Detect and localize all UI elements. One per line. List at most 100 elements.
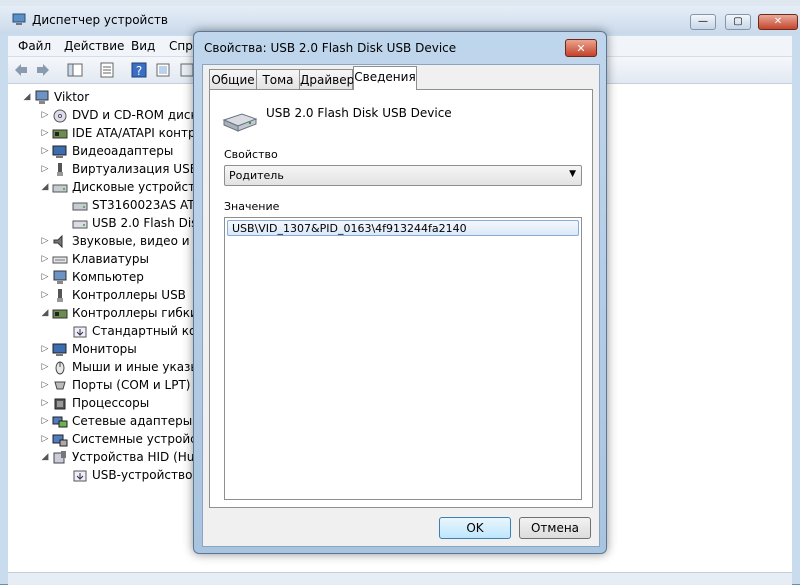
hid-icon [53, 451, 66, 464]
minimize-button[interactable]: — [690, 14, 716, 30]
tree-item[interactable]: ▷ Звуковые, видео и игр [40, 233, 215, 251]
maximize-button[interactable]: ▢ [725, 14, 751, 30]
menu-view[interactable]: Вид [131, 39, 155, 53]
usb-virtualization-icon [57, 163, 63, 176]
help-icon[interactable]: ? [130, 61, 148, 79]
tree-item[interactable]: ◢ Устройства HID (Hum [40, 449, 207, 467]
collapse-arrow-icon[interactable]: ◢ [22, 92, 32, 102]
tab-volumes[interactable]: Тома [256, 69, 300, 89]
main-close-button[interactable]: ✕ [758, 14, 798, 30]
tree-root-label: Viktor [54, 90, 90, 104]
cancel-button[interactable]: Отмена [519, 517, 591, 539]
tree-item[interactable]: ▷ Контроллеры USB [40, 287, 205, 305]
property-select-value: Родитель [229, 169, 284, 182]
tree-item-label: Клавиатуры [72, 252, 149, 266]
menu-file[interactable]: Файл [18, 39, 51, 53]
view-icon[interactable] [154, 61, 172, 79]
disk-drive-icon [72, 202, 88, 211]
expand-arrow-icon[interactable]: ▷ [40, 146, 50, 156]
usb-controller-icon [57, 289, 63, 302]
expand-arrow-icon[interactable]: ▷ [40, 110, 50, 120]
tree-item[interactable]: ▷ Мониторы [40, 341, 205, 359]
hid-device-icon [73, 470, 87, 482]
tree-item[interactable]: ▷ Процессоры [40, 395, 205, 413]
tree-root[interactable]: ◢ Viktor [22, 89, 202, 107]
tree-item-label: Системные устройств [72, 432, 211, 446]
tree-item[interactable]: ▷ Клавиатуры [40, 251, 205, 269]
menu-action[interactable]: Действие [64, 39, 124, 53]
expand-arrow-icon[interactable]: ▷ [40, 362, 50, 372]
collapse-arrow-icon[interactable]: ◢ [40, 182, 50, 192]
cancel-button-label: Отмена [530, 521, 580, 535]
value-list-item[interactable]: USB\VID_1307&PID_0163\4f913244fa2140 [227, 220, 579, 236]
tree-item-label: DVD и CD-ROM диско [72, 108, 206, 122]
port-icon [54, 381, 66, 390]
close-icon: ✕ [773, 16, 783, 27]
expand-arrow-icon[interactable]: ▷ [40, 344, 50, 354]
expand-arrow-icon[interactable]: ▷ [40, 164, 50, 174]
expand-arrow-icon[interactable]: ▷ [40, 416, 50, 426]
tab-details[interactable]: Сведения [353, 66, 417, 90]
ok-button[interactable]: OK [439, 517, 511, 539]
computer-icon [53, 270, 67, 284]
tree-item[interactable]: ▷ IDE ATA/ATAPI контр [40, 125, 205, 143]
tree-item-label: Мыши и иные указы [72, 360, 200, 374]
expand-arrow-icon[interactable]: ▷ [40, 398, 50, 408]
sound-icon [53, 234, 63, 249]
tree-item[interactable]: ◢ Контроллеры гибких [40, 305, 205, 323]
expand-arrow-icon[interactable]: ▷ [40, 254, 50, 264]
properties-icon[interactable] [98, 61, 116, 79]
value-list[interactable]: USB\VID_1307&PID_0163\4f913244fa2140 [224, 217, 582, 500]
dialog-close-button[interactable]: ✕ [565, 39, 597, 57]
chevron-down-icon: ▼ [569, 169, 576, 179]
collapse-arrow-icon[interactable]: ◢ [40, 308, 50, 318]
tree-item[interactable]: ▷ Виртуализация USB [40, 161, 205, 179]
tree-item-label: Мониторы [72, 342, 137, 356]
tab-driver[interactable]: Драйвер [299, 69, 354, 89]
tree-item[interactable]: ▷ Порты (COM и LPT) [40, 377, 205, 395]
tree-item[interactable]: ◢ Дисковые устройства [40, 179, 210, 197]
value-text: USB\VID_1307&PID_0163\4f913244fa2140 [232, 222, 467, 235]
tree-item[interactable]: ▷ Компьютер [40, 269, 205, 287]
expand-arrow-icon[interactable]: ▷ [40, 128, 50, 138]
keyboard-icon [52, 256, 68, 264]
status-bar [8, 572, 792, 585]
property-select[interactable]: Родитель ▼ [224, 165, 582, 186]
expand-arrow-icon[interactable]: ▷ [40, 236, 50, 246]
tree-item[interactable]: ▷ Сетевые адаптеры [40, 413, 205, 431]
forward-arrow-icon[interactable] [34, 61, 52, 79]
expand-arrow-icon[interactable]: ▷ [40, 380, 50, 390]
tree-item[interactable]: ▷ DVD и CD-ROM диско [40, 107, 205, 125]
expand-arrow-icon[interactable]: ▷ [40, 290, 50, 300]
main-titlebar: Диспетчер устройств — ▢ ✕ [0, 6, 800, 34]
properties-dialog: Свойства: USB 2.0 Flash Disk USB Device … [193, 31, 607, 554]
computer-icon [35, 90, 49, 104]
tab-details-label: Сведения [354, 70, 416, 84]
tree-item[interactable]: ▷ Мыши и иные указы [40, 359, 205, 377]
dialog-title: Свойства: USB 2.0 Flash Disk USB Device [204, 41, 457, 55]
floppy-controller-icon [52, 309, 68, 319]
main-window-title: Диспетчер устройств [32, 13, 169, 27]
monitor-icon [52, 343, 67, 356]
tab-general[interactable]: Общие [209, 69, 257, 89]
tree-item[interactable]: ▷ Системные устройств [40, 431, 211, 449]
expand-arrow-icon[interactable]: ▷ [40, 272, 50, 282]
device-name: USB 2.0 Flash Disk USB Device [266, 106, 452, 120]
svg-text:?: ? [136, 64, 142, 78]
network-adapter-icon [52, 416, 68, 428]
usb-flash-icon [72, 220, 88, 229]
expand-arrow-icon[interactable]: ▷ [40, 434, 50, 444]
tree-item-label: Компьютер [72, 270, 144, 284]
back-arrow-icon[interactable] [12, 61, 30, 79]
collapse-arrow-icon[interactable]: ◢ [40, 452, 50, 462]
processor-icon [54, 398, 66, 410]
tree-item-label: Видеоадаптеры [72, 144, 174, 158]
ide-controller-icon [52, 129, 68, 139]
tree-item-label: Процессоры [72, 396, 150, 410]
disk-drive-icon [52, 184, 68, 193]
system-device-icon [52, 434, 68, 447]
display-adapter-icon [52, 145, 67, 158]
tree-item[interactable]: ▷ Видеоадаптеры [40, 143, 205, 161]
tree-item-label: Контроллеры гибких [72, 306, 205, 320]
console-tree-icon[interactable] [66, 61, 84, 79]
